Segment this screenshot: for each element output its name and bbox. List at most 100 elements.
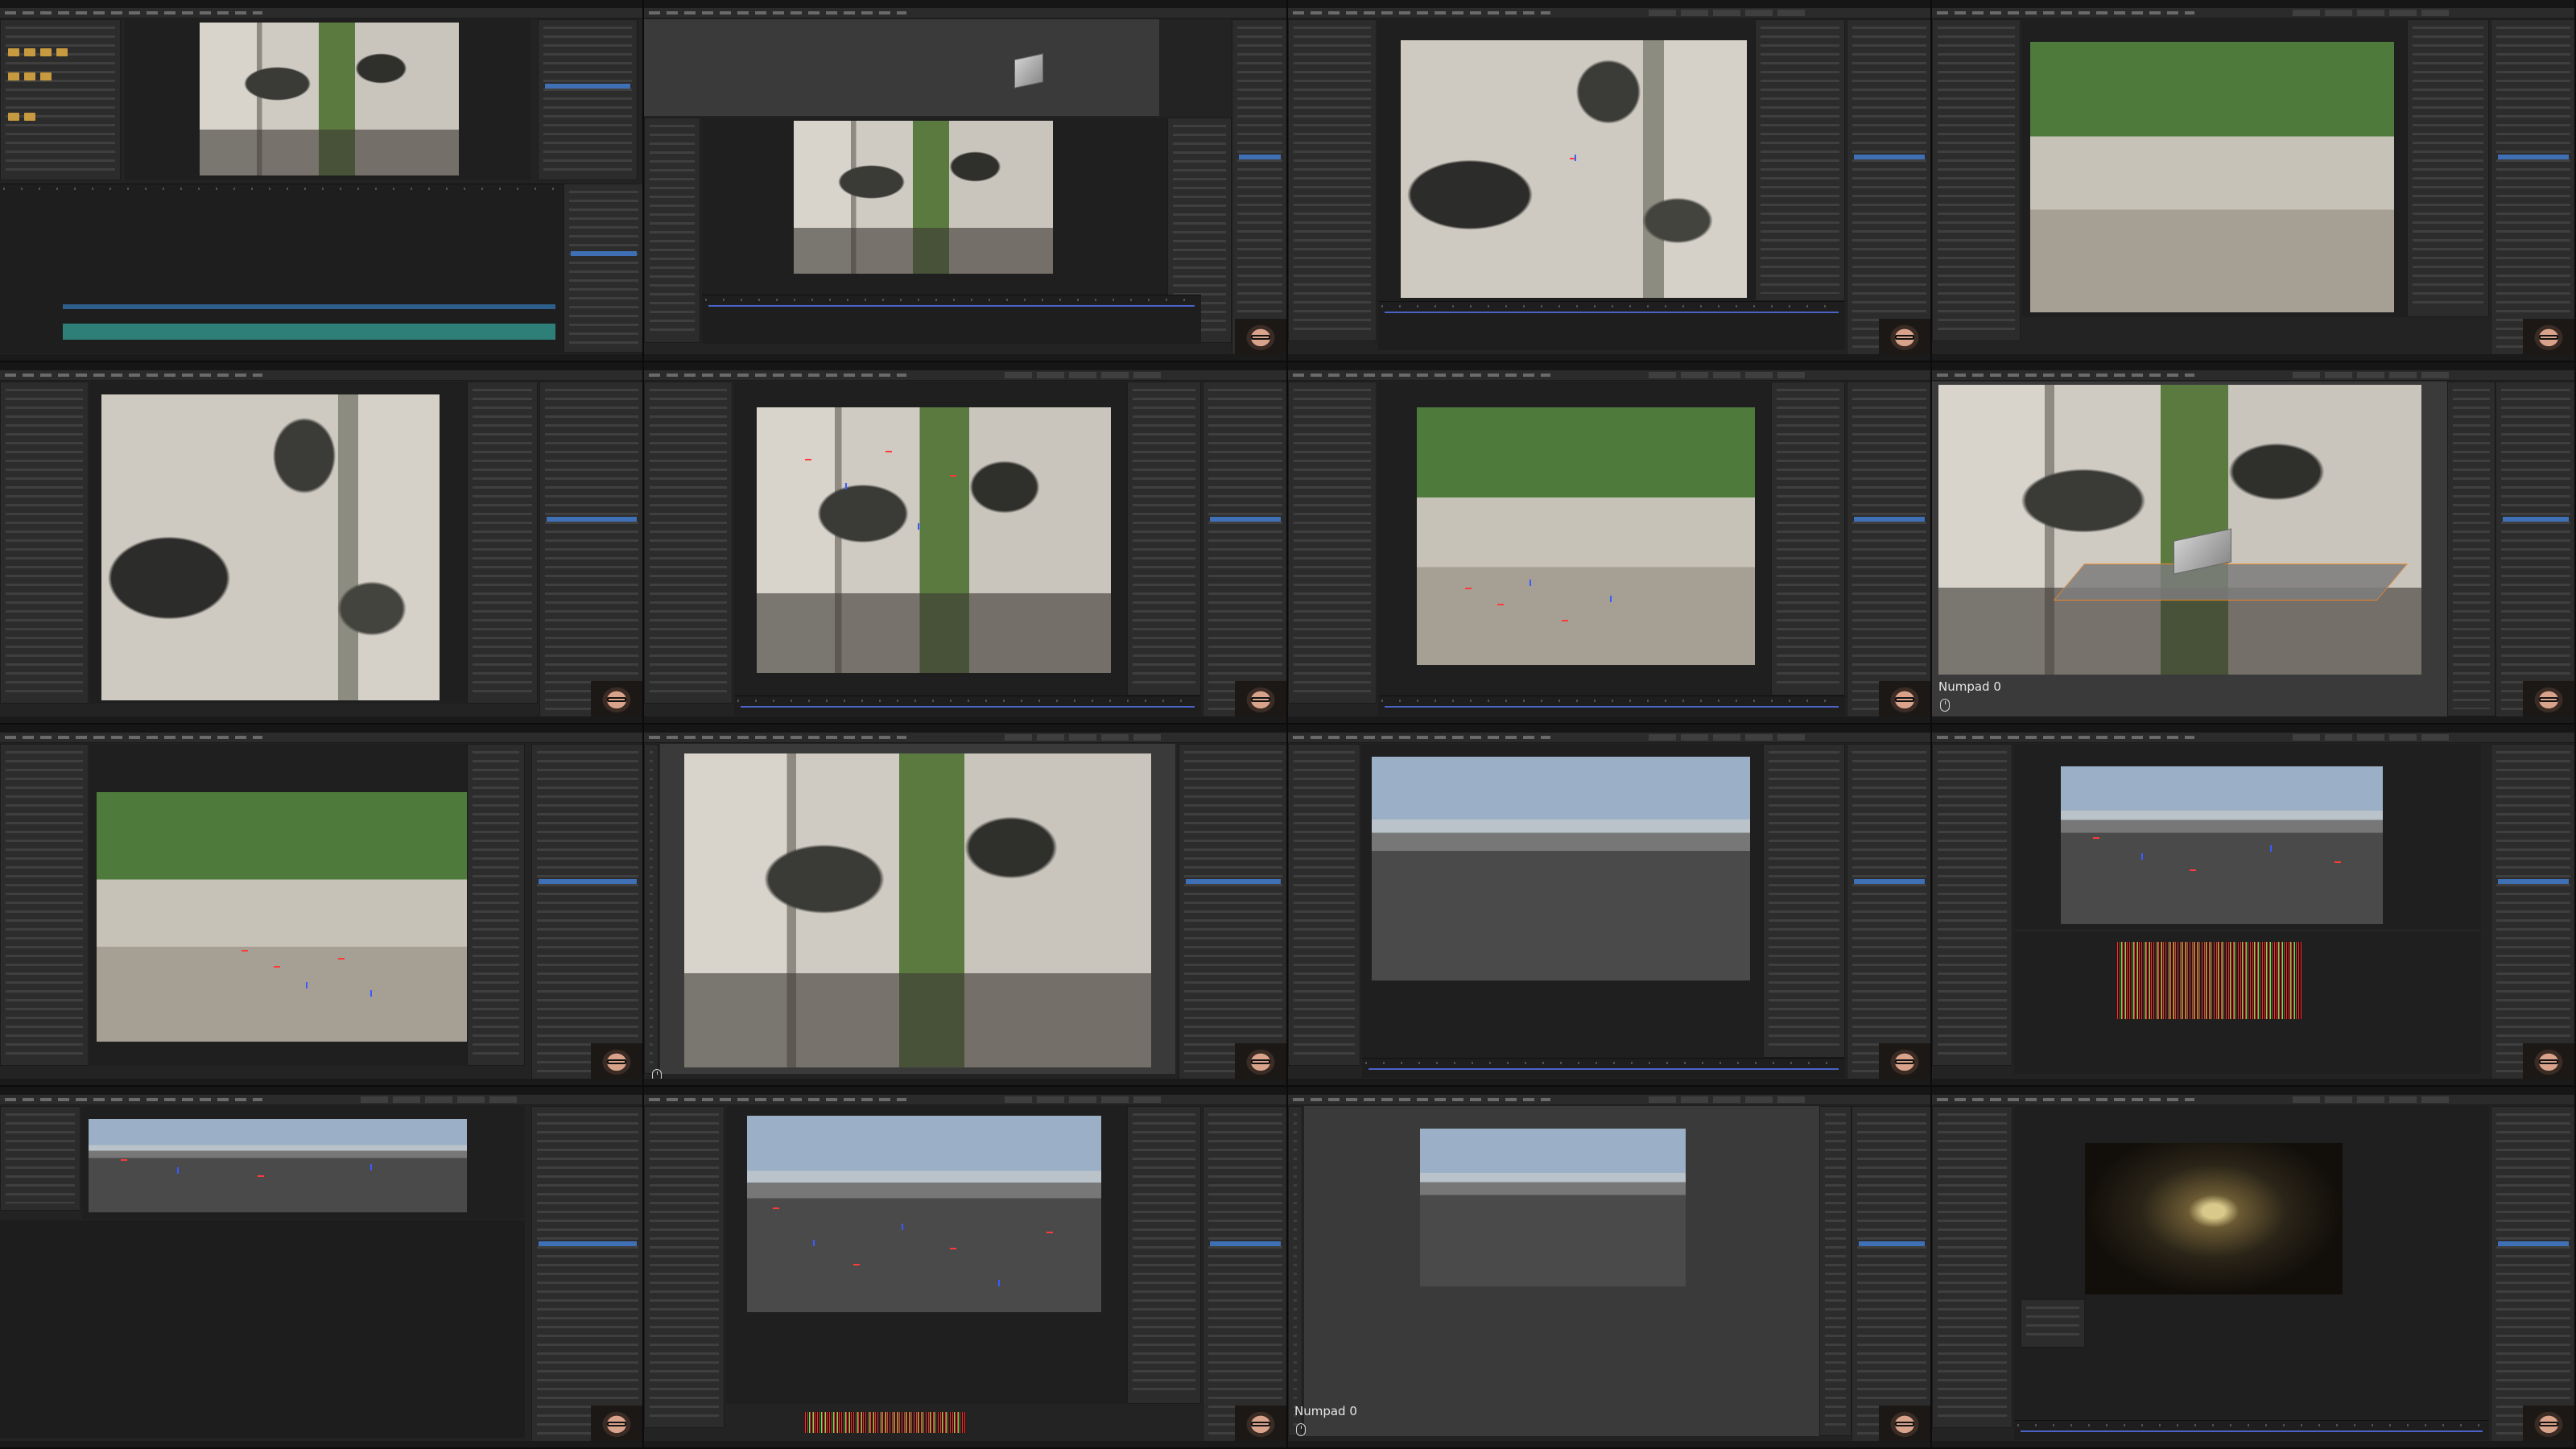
- menu-bar[interactable]: [1288, 370, 1930, 381]
- 3d-viewport[interactable]: [644, 19, 1159, 116]
- folder-icon[interactable]: [8, 113, 19, 121]
- track-marker[interactable]: [2270, 845, 2272, 852]
- motion-graph[interactable]: [2117, 942, 2302, 1019]
- properties-panel[interactable]: [2491, 19, 2574, 357]
- strip-properties[interactable]: [564, 184, 642, 353]
- track-marker[interactable]: [2141, 853, 2143, 860]
- folder-icon[interactable]: [8, 72, 19, 80]
- properties-panel[interactable]: [1179, 744, 1286, 1082]
- clip-sidebar[interactable]: [1771, 382, 1845, 696]
- track-marker[interactable]: [1530, 580, 1531, 586]
- video-strip[interactable]: [63, 304, 555, 309]
- track-marker[interactable]: [1575, 155, 1576, 161]
- clip-info-panel[interactable]: [2021, 1299, 2085, 1348]
- track-marker[interactable]: [2334, 861, 2341, 863]
- clip-sidebar[interactable]: [467, 744, 525, 1066]
- tool-panel[interactable]: [1932, 1106, 2013, 1428]
- properties-panel[interactable]: [539, 382, 642, 720]
- folder-icon[interactable]: [24, 48, 35, 56]
- track-marker[interactable]: [306, 982, 308, 989]
- track-marker[interactable]: [853, 1264, 860, 1265]
- menu-bar[interactable]: [644, 1095, 1286, 1105]
- track-marker[interactable]: [121, 1159, 127, 1161]
- tool-panel[interactable]: [0, 744, 89, 1066]
- track-marker[interactable]: [813, 1240, 815, 1246]
- menu-bar[interactable]: [1288, 1095, 1930, 1105]
- menu-bar[interactable]: [644, 370, 1286, 381]
- track-marker[interactable]: [998, 1280, 1000, 1286]
- tool-panel[interactable]: [0, 382, 89, 704]
- clip-timeline[interactable]: [1362, 1058, 1845, 1078]
- clip-timeline[interactable]: [1378, 301, 1845, 350]
- track-marker[interactable]: [274, 966, 280, 968]
- tool-panel[interactable]: [644, 1106, 724, 1428]
- file-browser[interactable]: [0, 19, 121, 180]
- properties-panel[interactable]: [1232, 19, 1286, 357]
- track-marker[interactable]: [886, 451, 892, 452]
- track-marker[interactable]: [1610, 596, 1612, 602]
- menu-bar[interactable]: [1288, 733, 1930, 743]
- folder-icon[interactable]: [56, 48, 68, 56]
- graph-editor[interactable]: [0, 1220, 525, 1438]
- viewport-sidebar[interactable]: [2447, 382, 2496, 716]
- menu-bar[interactable]: [644, 733, 1286, 743]
- clip-timeline[interactable]: [1378, 696, 1845, 716]
- properties-panel[interactable]: [1847, 19, 1930, 357]
- track-marker[interactable]: [338, 958, 345, 960]
- clip-sidebar[interactable]: [1127, 382, 1201, 696]
- track-marker[interactable]: [845, 483, 847, 489]
- track-marker[interactable]: [258, 1175, 264, 1177]
- track-marker[interactable]: [370, 1164, 372, 1170]
- folder-icon[interactable]: [24, 72, 35, 80]
- menu-bar[interactable]: [0, 370, 642, 381]
- toolbar[interactable]: [644, 744, 658, 1074]
- viewport-sidebar[interactable]: [1819, 1106, 1852, 1436]
- tool-panel[interactable]: [1932, 19, 2021, 341]
- menu-bar[interactable]: [1932, 733, 2574, 743]
- properties-panel[interactable]: [2491, 744, 2574, 1082]
- track-marker[interactable]: [773, 1208, 779, 1209]
- clip-timeline[interactable]: [734, 696, 1201, 716]
- properties-panel[interactable]: [1203, 382, 1286, 720]
- toolbar[interactable]: [1288, 1106, 1302, 1436]
- tool-panel[interactable]: [1288, 19, 1377, 341]
- menu-bar[interactable]: [644, 8, 1286, 19]
- menu-bar[interactable]: [1932, 8, 2574, 19]
- track-marker[interactable]: [2093, 837, 2099, 839]
- track-marker[interactable]: [242, 950, 248, 952]
- properties-panel[interactable]: [1847, 744, 1930, 1082]
- track-marker[interactable]: [1562, 620, 1568, 621]
- folder-icon[interactable]: [40, 72, 52, 80]
- clip-sidebar[interactable]: [1127, 1106, 1201, 1404]
- folder-icon[interactable]: [8, 48, 19, 56]
- properties-panel[interactable]: [2491, 1106, 2574, 1444]
- tool-panel[interactable]: [644, 118, 700, 343]
- track-marker[interactable]: [177, 1167, 179, 1174]
- sound-strip[interactable]: [63, 324, 555, 340]
- track-marker[interactable]: [370, 990, 372, 997]
- track-marker[interactable]: [950, 475, 956, 477]
- tool-panel[interactable]: [1288, 744, 1360, 1066]
- properties-panel[interactable]: [1203, 1106, 1286, 1444]
- clip-sidebar[interactable]: [1755, 19, 1845, 301]
- track-marker[interactable]: [2190, 869, 2196, 871]
- menu-bar[interactable]: [1932, 1095, 2574, 1105]
- clip-timeline[interactable]: [2014, 1420, 2489, 1440]
- ground-plane[interactable]: [2053, 564, 2409, 601]
- track-marker[interactable]: [918, 523, 919, 530]
- properties-panel[interactable]: [1852, 1106, 1930, 1444]
- folder-icon[interactable]: [40, 48, 52, 56]
- properties-panel[interactable]: [2496, 382, 2574, 720]
- menu-bar[interactable]: [0, 733, 642, 743]
- track-marker[interactable]: [950, 1248, 956, 1249]
- folder-icon[interactable]: [24, 113, 35, 121]
- menu-bar[interactable]: [1288, 8, 1930, 19]
- properties-panel[interactable]: [531, 744, 642, 1082]
- tool-panel[interactable]: [644, 382, 733, 704]
- tool-panel[interactable]: [0, 1106, 80, 1211]
- track-marker[interactable]: [805, 459, 811, 460]
- menu-bar[interactable]: [1932, 370, 2574, 381]
- menu-bar[interactable]: [0, 1095, 642, 1105]
- properties-panel[interactable]: [531, 1106, 642, 1444]
- clip-sidebar[interactable]: [467, 382, 538, 704]
